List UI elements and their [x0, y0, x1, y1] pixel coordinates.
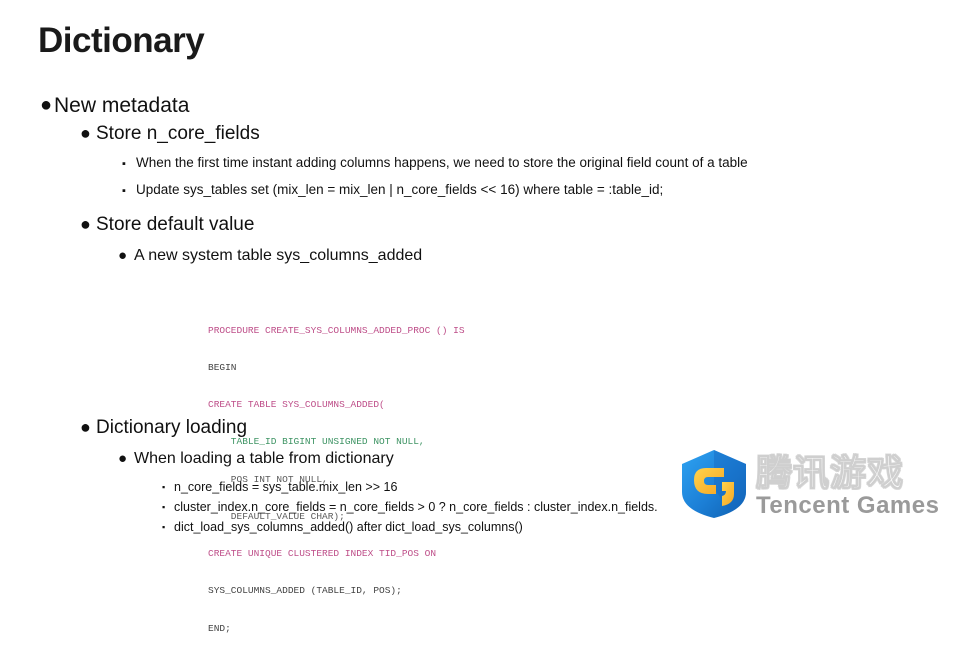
bullet-dictionary-loading-label: Dictionary loading: [96, 417, 248, 438]
bullet-update-sys-tables-label: Update sys_tables set (mix_len = mix_len…: [136, 182, 664, 197]
code-line: CREATE UNIQUE CLUSTERED INDEX TID_POS ON: [208, 548, 437, 560]
bullet-n-core-fields-expr-label: n_core_fields = sys_table.mix_len >> 16: [174, 480, 398, 494]
round-bullet-icon: ●: [80, 417, 91, 437]
tencent-logo-icon: [682, 450, 746, 518]
small-bullet-icon: ▪: [162, 482, 166, 492]
logo-english-text: Tencent Games: [756, 492, 940, 519]
small-bullet-icon: ▪: [162, 502, 166, 512]
bullet-store-n-core-fields: ● Store n_core_fields: [40, 121, 920, 146]
code-line: PROCEDURE CREATE_SYS_COLUMNS_ADDED_PROC …: [208, 324, 465, 336]
bullet-dict-load-expr-label: dict_load_sys_columns_added() after dict…: [174, 520, 523, 534]
bullet-dictionary-loading: ● Dictionary loading: [40, 415, 920, 440]
bullet-a-new-system-table: ● A new system table sys_columns_added: [40, 245, 920, 267]
bullet-when-first-time-label: When the first time instant adding colum…: [136, 155, 748, 170]
tencent-games-logo: 腾讯游戏 Tencent Games: [678, 444, 946, 530]
bullet-a-new-system-table-label: A new system table sys_columns_added: [134, 247, 423, 264]
slide-body: ● New metadata ● Store n_core_fields ▪ W…: [40, 92, 920, 269]
bullet-when-loading-table-label: When loading a table from dictionary: [134, 450, 394, 467]
round-bullet-icon: ●: [118, 247, 128, 264]
code-line: CREATE TABLE SYS_COLUMNS_ADDED(: [208, 399, 385, 411]
round-bullet-icon: ●: [40, 94, 53, 116]
small-bullet-icon: ▪: [122, 185, 126, 197]
code-line: BEGIN: [208, 362, 237, 374]
small-bullet-icon: ▪: [122, 158, 126, 170]
bullet-new-metadata: ● New metadata: [40, 92, 920, 119]
round-bullet-icon: ●: [80, 214, 91, 234]
logo-chinese-text: 腾讯游戏: [755, 452, 905, 494]
slide: Dictionary ● New metadata ● Store n_core…: [0, 0, 960, 633]
bullet-store-default-value: ● Store default value: [40, 212, 920, 237]
code-line: SYS_COLUMNS_ADDED (TABLE_ID, POS);: [208, 585, 402, 597]
round-bullet-icon: ●: [118, 450, 128, 467]
code-line: END;: [208, 622, 231, 634]
bullet-store-n-core-fields-label: Store n_core_fields: [96, 123, 260, 144]
bullet-update-sys-tables: ▪ Update sys_tables set (mix_len = mix_l…: [40, 181, 920, 201]
bullet-store-default-value-label: Store default value: [96, 214, 255, 235]
bullet-new-metadata-label: New metadata: [54, 94, 190, 117]
bullet-when-first-time: ▪ When the first time instant adding col…: [40, 154, 920, 174]
bullet-cluster-index-expr-label: cluster_index.n_core_fields = n_core_fie…: [174, 500, 658, 514]
page-title: Dictionary: [38, 21, 205, 60]
round-bullet-icon: ●: [80, 123, 91, 143]
small-bullet-icon: ▪: [162, 522, 166, 532]
